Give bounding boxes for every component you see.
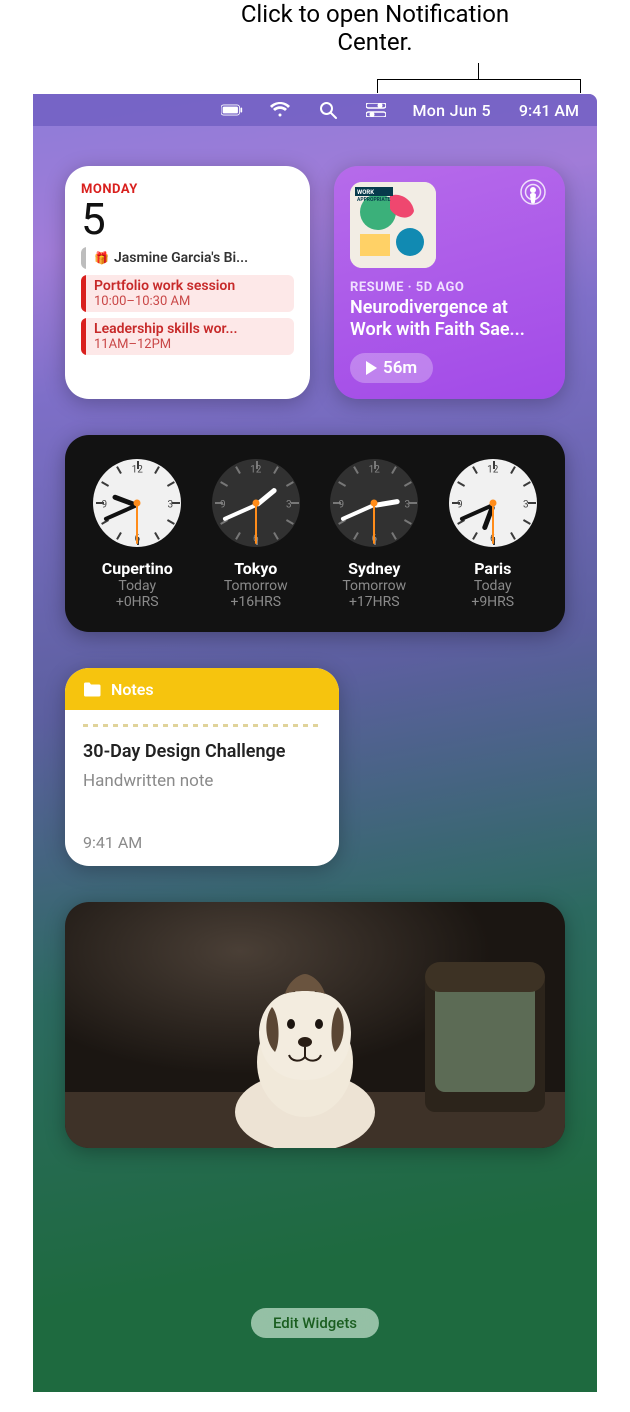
- svg-text:APPROPRIATE: APPROPRIATE: [357, 197, 391, 203]
- clock-item: 12369TokyoTomorrow+16HRS: [202, 459, 311, 610]
- callout-text: Click to open Notification Center.: [220, 0, 530, 56]
- menubar-date[interactable]: Mon Jun 5: [413, 101, 491, 120]
- menubar: Mon Jun 5 9:41 AM: [33, 94, 597, 126]
- calendar-event[interactable]: Portfolio work session10:00–10:30 AM: [81, 275, 294, 312]
- podcast-title: Neurodivergence at Work with Faith Sae..…: [350, 297, 549, 341]
- podcast-artwork: WORKAPPROPRIATE: [350, 182, 436, 268]
- menubar-time[interactable]: 9:41 AM: [519, 101, 579, 120]
- podcast-play-button[interactable]: 56m: [350, 353, 433, 383]
- wifi-icon[interactable]: [269, 99, 291, 121]
- control-center-icon[interactable]: [365, 99, 387, 121]
- world-clock-widget[interactable]: 12369CupertinoToday+0HRS12369TokyoTomorr…: [65, 435, 565, 632]
- battery-icon[interactable]: [221, 99, 243, 121]
- clock-item: 12369ParisToday+9HRS: [439, 459, 548, 610]
- svg-text:WORK: WORK: [357, 189, 374, 196]
- notes-widget[interactable]: Notes 30-Day Design Challenge Handwritte…: [65, 668, 339, 866]
- notes-subtitle: Handwritten note: [83, 771, 321, 791]
- calendar-event[interactable]: Jasmine Garcia's Bi...: [81, 247, 294, 269]
- notification-center: Mon Jun 5 9:41 AM MONDAY 5 Jasmine Garci…: [33, 94, 597, 1392]
- clock-item: 12369SydneyTomorrow+17HRS: [320, 459, 429, 610]
- photos-widget[interactable]: [65, 902, 565, 1148]
- clock-item: 12369CupertinoToday+0HRS: [83, 459, 192, 610]
- calendar-widget[interactable]: MONDAY 5 Jasmine Garcia's Bi... Portfoli…: [65, 166, 310, 399]
- podcast-widget[interactable]: WORKAPPROPRIATE RESUME · 5D AGO Neurodiv…: [334, 166, 565, 399]
- notes-folder-icon: [83, 682, 101, 697]
- calendar-day-number: 5: [81, 197, 294, 241]
- calendar-day-name: MONDAY: [81, 182, 294, 197]
- podcast-meta: RESUME · 5D AGO: [350, 280, 549, 295]
- notes-time: 9:41 AM: [83, 833, 321, 852]
- calendar-event[interactable]: Leadership skills wor...11AM–12PM: [81, 318, 294, 355]
- edit-widgets-button[interactable]: Edit Widgets: [251, 1308, 379, 1338]
- search-icon[interactable]: [317, 99, 339, 121]
- notes-header: Notes: [65, 668, 339, 710]
- notes-title: 30-Day Design Challenge: [83, 741, 321, 763]
- podcasts-icon: [519, 178, 547, 210]
